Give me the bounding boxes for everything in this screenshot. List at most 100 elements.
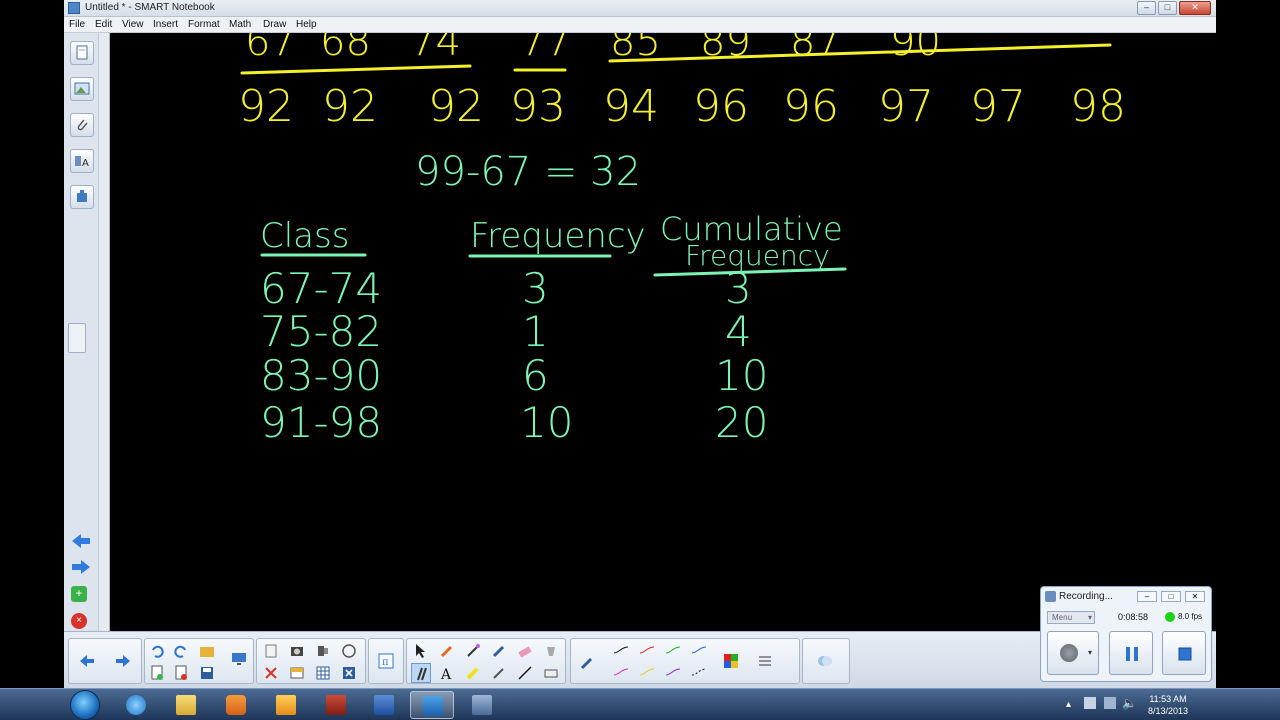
display-icon[interactable] bbox=[229, 649, 249, 669]
windows-taskbar: ▴ 🔈 11:53 AM 8/13/2013 bbox=[0, 688, 1280, 720]
add-page-icon[interactable]: + bbox=[71, 586, 87, 602]
addons-icon[interactable] bbox=[70, 185, 94, 209]
clear-page-icon[interactable] bbox=[261, 663, 281, 683]
style-magenta-line-icon[interactable] bbox=[611, 663, 631, 683]
close-tool-icon[interactable] bbox=[339, 663, 359, 683]
document-camera-icon[interactable] bbox=[313, 641, 333, 661]
top-row-value: 89 bbox=[700, 33, 751, 65]
pause-button[interactable] bbox=[1109, 631, 1153, 675]
math-tools-icon[interactable]: π bbox=[376, 651, 396, 671]
recorder-icon bbox=[472, 695, 492, 715]
whiteboard-canvas[interactable]: 67 68 74 77 85 89 87 90 92 92 92 93 94 96 96 97 97 98 99-… bbox=[110, 33, 1216, 631]
screen-shade-icon[interactable] bbox=[287, 663, 307, 683]
taskbar-media-player[interactable] bbox=[214, 691, 258, 719]
shape-recognition-pen-icon[interactable] bbox=[489, 641, 509, 661]
recorder-menu-dropdown[interactable]: Menu ▾ bbox=[1047, 611, 1095, 624]
redo-icon[interactable] bbox=[171, 641, 191, 661]
style-dashed-line-icon[interactable] bbox=[689, 663, 709, 683]
measurement-tools-icon[interactable] bbox=[339, 641, 359, 661]
style-yellow-line-icon[interactable] bbox=[637, 663, 657, 683]
menu-edit[interactable]: Edit bbox=[95, 19, 112, 30]
menu-math[interactable]: Math bbox=[229, 19, 251, 30]
pens-selected-icon[interactable] bbox=[411, 663, 431, 683]
right-letterbox bbox=[1216, 0, 1280, 720]
pen-icon[interactable] bbox=[437, 641, 457, 661]
previous-page-icon[interactable] bbox=[70, 533, 92, 552]
text-icon[interactable]: A bbox=[437, 663, 457, 683]
save-icon[interactable] bbox=[197, 663, 217, 683]
start-button[interactable] bbox=[70, 690, 100, 720]
delete-page-small-icon[interactable] bbox=[171, 663, 191, 683]
properties-toggle-icon[interactable] bbox=[815, 651, 835, 671]
tray-arrow-icon[interactable]: ▴ bbox=[1066, 699, 1071, 710]
next-page-icon[interactable] bbox=[70, 559, 92, 578]
top-row-value: 90 bbox=[890, 33, 941, 65]
magic-pen-icon[interactable] bbox=[463, 641, 483, 661]
style-black-line-icon[interactable] bbox=[611, 641, 631, 661]
open-folder-icon[interactable] bbox=[197, 641, 217, 661]
recorder-restore-button[interactable]: □ bbox=[1161, 591, 1181, 602]
gallery-icon[interactable] bbox=[70, 77, 94, 101]
back-arrow-icon[interactable] bbox=[77, 651, 97, 671]
delete-page-icon[interactable]: × bbox=[71, 613, 87, 629]
maximize-button[interactable]: □ bbox=[1158, 1, 1177, 15]
recorder-minimize-button[interactable]: – bbox=[1137, 591, 1157, 602]
menu-draw[interactable]: Draw bbox=[263, 19, 286, 30]
recorder-close-button[interactable]: ✕ bbox=[1185, 591, 1205, 602]
recorder-app-icon bbox=[1045, 591, 1056, 602]
attachments-icon[interactable] bbox=[70, 113, 94, 137]
taskbar-smart-notebook[interactable] bbox=[410, 691, 454, 719]
pen-style-icon[interactable] bbox=[577, 653, 597, 673]
forward-arrow-icon[interactable] bbox=[113, 651, 133, 671]
menu-insert[interactable]: Insert bbox=[153, 19, 178, 30]
minimize-button[interactable]: – bbox=[1137, 1, 1156, 15]
eraser-icon[interactable] bbox=[515, 641, 535, 661]
screen-capture-icon[interactable] bbox=[287, 641, 307, 661]
menu-view[interactable]: View bbox=[122, 19, 144, 30]
undo-icon[interactable] bbox=[147, 641, 167, 661]
side-panel-splitter[interactable] bbox=[98, 33, 109, 633]
menu-file[interactable]: File bbox=[69, 19, 85, 30]
stop-button[interactable] bbox=[1162, 631, 1206, 675]
insert-table-icon[interactable] bbox=[313, 663, 333, 683]
close-button[interactable]: ✕ bbox=[1179, 1, 1211, 15]
expand-panel-icon[interactable] bbox=[68, 323, 86, 353]
math-group: π bbox=[368, 638, 404, 684]
navigation-group bbox=[68, 638, 142, 684]
color-palette-icon[interactable] bbox=[721, 651, 741, 671]
smart-notebook-window: Untitled * - SMART Notebook – □ ✕ File E… bbox=[64, 0, 1216, 688]
add-page-small-icon[interactable] bbox=[147, 663, 167, 683]
taskbar-internet-explorer[interactable] bbox=[114, 691, 158, 719]
taskbar-word[interactable] bbox=[362, 691, 406, 719]
taskbar-file-explorer[interactable] bbox=[164, 691, 208, 719]
record-button[interactable]: ▾ bbox=[1047, 631, 1099, 675]
line-icon[interactable] bbox=[515, 663, 535, 683]
svg-text:π: π bbox=[382, 657, 389, 668]
paste-icon[interactable] bbox=[261, 641, 281, 661]
taskbar-recorder[interactable] bbox=[460, 691, 504, 719]
taskbar-outlook[interactable] bbox=[264, 691, 308, 719]
tray-flag-icon[interactable] bbox=[1084, 697, 1096, 709]
creative-pen-icon[interactable] bbox=[489, 663, 509, 683]
cumulative-cell: 4 bbox=[725, 307, 752, 356]
tray-clock[interactable]: 11:53 AM 8/13/2013 bbox=[1140, 693, 1196, 717]
eraser-large-icon[interactable] bbox=[541, 663, 561, 683]
notebook-app-icon bbox=[68, 2, 80, 14]
style-purple-line-icon[interactable] bbox=[663, 663, 683, 683]
properties-icon[interactable]: A bbox=[70, 149, 94, 173]
line-thickness-icon[interactable] bbox=[755, 651, 775, 671]
taskbar-app[interactable] bbox=[314, 691, 358, 719]
highlighter-icon[interactable] bbox=[463, 663, 483, 683]
style-red-line-icon[interactable] bbox=[637, 641, 657, 661]
volume-icon[interactable]: 🔈 bbox=[1122, 696, 1137, 710]
menu-format[interactable]: Format bbox=[188, 19, 220, 30]
select-arrow-icon[interactable] bbox=[411, 641, 431, 661]
style-blue-line-icon[interactable] bbox=[689, 641, 709, 661]
page-sorter-icon[interactable] bbox=[70, 41, 94, 65]
class-cell: 75-82 bbox=[260, 307, 382, 356]
fill-icon[interactable] bbox=[541, 641, 561, 661]
clock-time: 11:53 AM bbox=[1149, 694, 1187, 704]
network-icon[interactable] bbox=[1104, 697, 1116, 709]
style-green-line-icon[interactable] bbox=[663, 641, 683, 661]
menu-help[interactable]: Help bbox=[296, 19, 317, 30]
